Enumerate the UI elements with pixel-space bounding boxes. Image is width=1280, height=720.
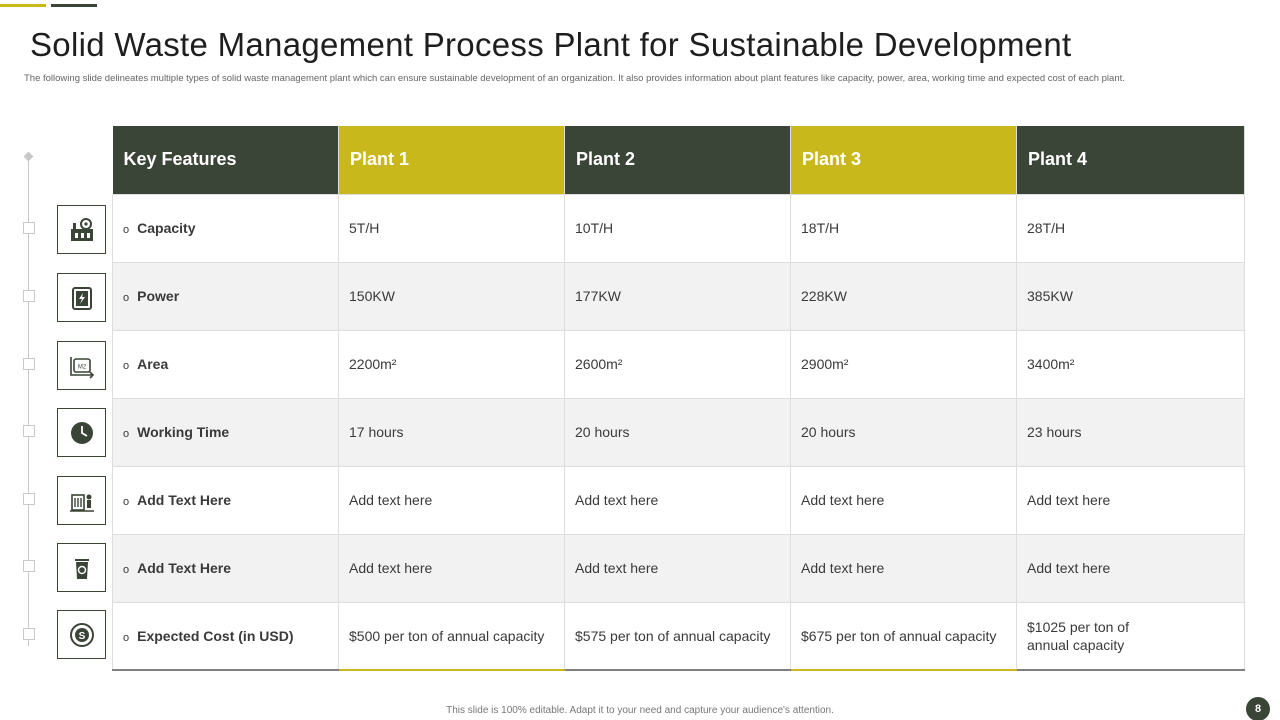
header-plant-3: Plant 3	[790, 126, 1017, 194]
value-cell: Add text here	[1016, 465, 1245, 535]
value-cell: 2200m²	[338, 329, 565, 399]
footer-note: This slide is 100% editable. Adapt it to…	[446, 705, 834, 716]
value-cell: $500 per ton of annual capacity	[338, 601, 565, 671]
svg-text:S: S	[78, 631, 85, 642]
worker-machine-icon	[57, 476, 106, 525]
value-cell: 20 hours	[790, 397, 1017, 467]
header-plant-4: Plant 4	[1016, 126, 1245, 194]
feature-cell: o Expected Cost (in USD)	[112, 601, 339, 671]
value-cell: Add text here	[564, 465, 791, 535]
accent-bar-olive	[0, 4, 46, 7]
area-m2-icon: M2	[57, 341, 106, 390]
timeline-tick	[23, 222, 35, 234]
value-cell: 5T/H	[338, 193, 565, 263]
value-cell: 3400m²	[1016, 329, 1245, 399]
timeline-tick	[23, 493, 35, 505]
table-header-row: Key Features Plant 1 Plant 2 Plant 3 Pla…	[112, 126, 1245, 194]
feature-label: Capacity	[137, 220, 196, 236]
feature-label: Expected Cost (in USD)	[137, 627, 294, 644]
timeline-tick	[23, 290, 35, 302]
feature-label: Add Text Here	[137, 560, 231, 576]
page-number-badge: 8	[1246, 697, 1270, 720]
header-plant-2: Plant 2	[564, 126, 791, 194]
table-row: o Area 2200m² 2600m² 2900m² 3400m²	[112, 329, 1245, 399]
value-cell: 150KW	[338, 261, 565, 331]
timeline-tick	[23, 358, 35, 370]
recycle-bin-icon	[57, 543, 106, 592]
value-cell: 17 hours	[338, 397, 565, 467]
dollar-cycle-icon: S	[57, 610, 106, 659]
timeline-tick	[23, 560, 35, 572]
value-cell: Add text here	[338, 465, 565, 535]
clock-icon	[57, 408, 106, 457]
feature-label: Area	[137, 356, 169, 372]
value-cell: 177KW	[564, 261, 791, 331]
table-row: o Capacity 5T/H 10T/H 18T/H 28T/H	[112, 193, 1245, 263]
feature-cell: o Area	[112, 329, 339, 399]
page-subtitle: The following slide delineates multiple …	[24, 73, 1125, 84]
timeline-diamond	[23, 151, 34, 162]
accent-bar-dark	[51, 4, 97, 7]
feature-cell: o Add Text Here	[112, 533, 339, 603]
value-cell: 28T/H	[1016, 193, 1245, 263]
table-row: o Add Text Here Add text here Add text he…	[112, 465, 1245, 535]
feature-label: Working Time	[137, 424, 230, 440]
value-cell: Add text here	[338, 533, 565, 603]
table-row: o Expected Cost (in USD) $500 per ton of …	[112, 601, 1245, 671]
feature-cell: o Power	[112, 261, 339, 331]
table-row: o Add Text Here Add text here Add text he…	[112, 533, 1245, 603]
value-cell: 18T/H	[790, 193, 1017, 263]
value-cell: 10T/H	[564, 193, 791, 263]
feature-label: Add Text Here	[137, 492, 231, 508]
value-cell: Add text here	[790, 533, 1017, 603]
header-plant-1: Plant 1	[338, 126, 565, 194]
feature-label: Power	[137, 288, 180, 304]
features-table: Key Features Plant 1 Plant 2 Plant 3 Pla…	[112, 126, 1245, 671]
value-cell: 2600m²	[564, 329, 791, 399]
timeline-tick	[23, 628, 35, 640]
value-cell: 23 hours	[1016, 397, 1245, 467]
value-cell: Add text here	[564, 533, 791, 603]
value-cell: 385KW	[1016, 261, 1245, 331]
feature-cell: o Working Time	[112, 397, 339, 467]
value-cell: $1025 per ton of annual capacity	[1016, 601, 1245, 671]
timeline-tick	[23, 425, 35, 437]
value-cell: 228KW	[790, 261, 1017, 331]
value-cell: Add text here	[1016, 533, 1245, 603]
value-cell: 2900m²	[790, 329, 1017, 399]
battery-charge-icon	[57, 273, 106, 322]
page-title: Solid Waste Management Process Plant for…	[30, 26, 1072, 63]
table-row: o Power 150KW 177KW 228KW 385KW	[112, 261, 1245, 331]
value-cell: 20 hours	[564, 397, 791, 467]
feature-cell: o Capacity	[112, 193, 339, 263]
feature-cell: o Add Text Here	[112, 465, 339, 535]
value-cell: $575 per ton of annual capacity	[564, 601, 791, 671]
header-key-features: Key Features	[112, 126, 339, 194]
value-cell: $675 per ton of annual capacity	[790, 601, 1017, 671]
svg-text:M2: M2	[77, 364, 86, 370]
value-cell: Add text here	[790, 465, 1017, 535]
table-row: o Working Time 17 hours 20 hours 20 hours…	[112, 397, 1245, 467]
factory-gear-icon	[57, 205, 106, 254]
